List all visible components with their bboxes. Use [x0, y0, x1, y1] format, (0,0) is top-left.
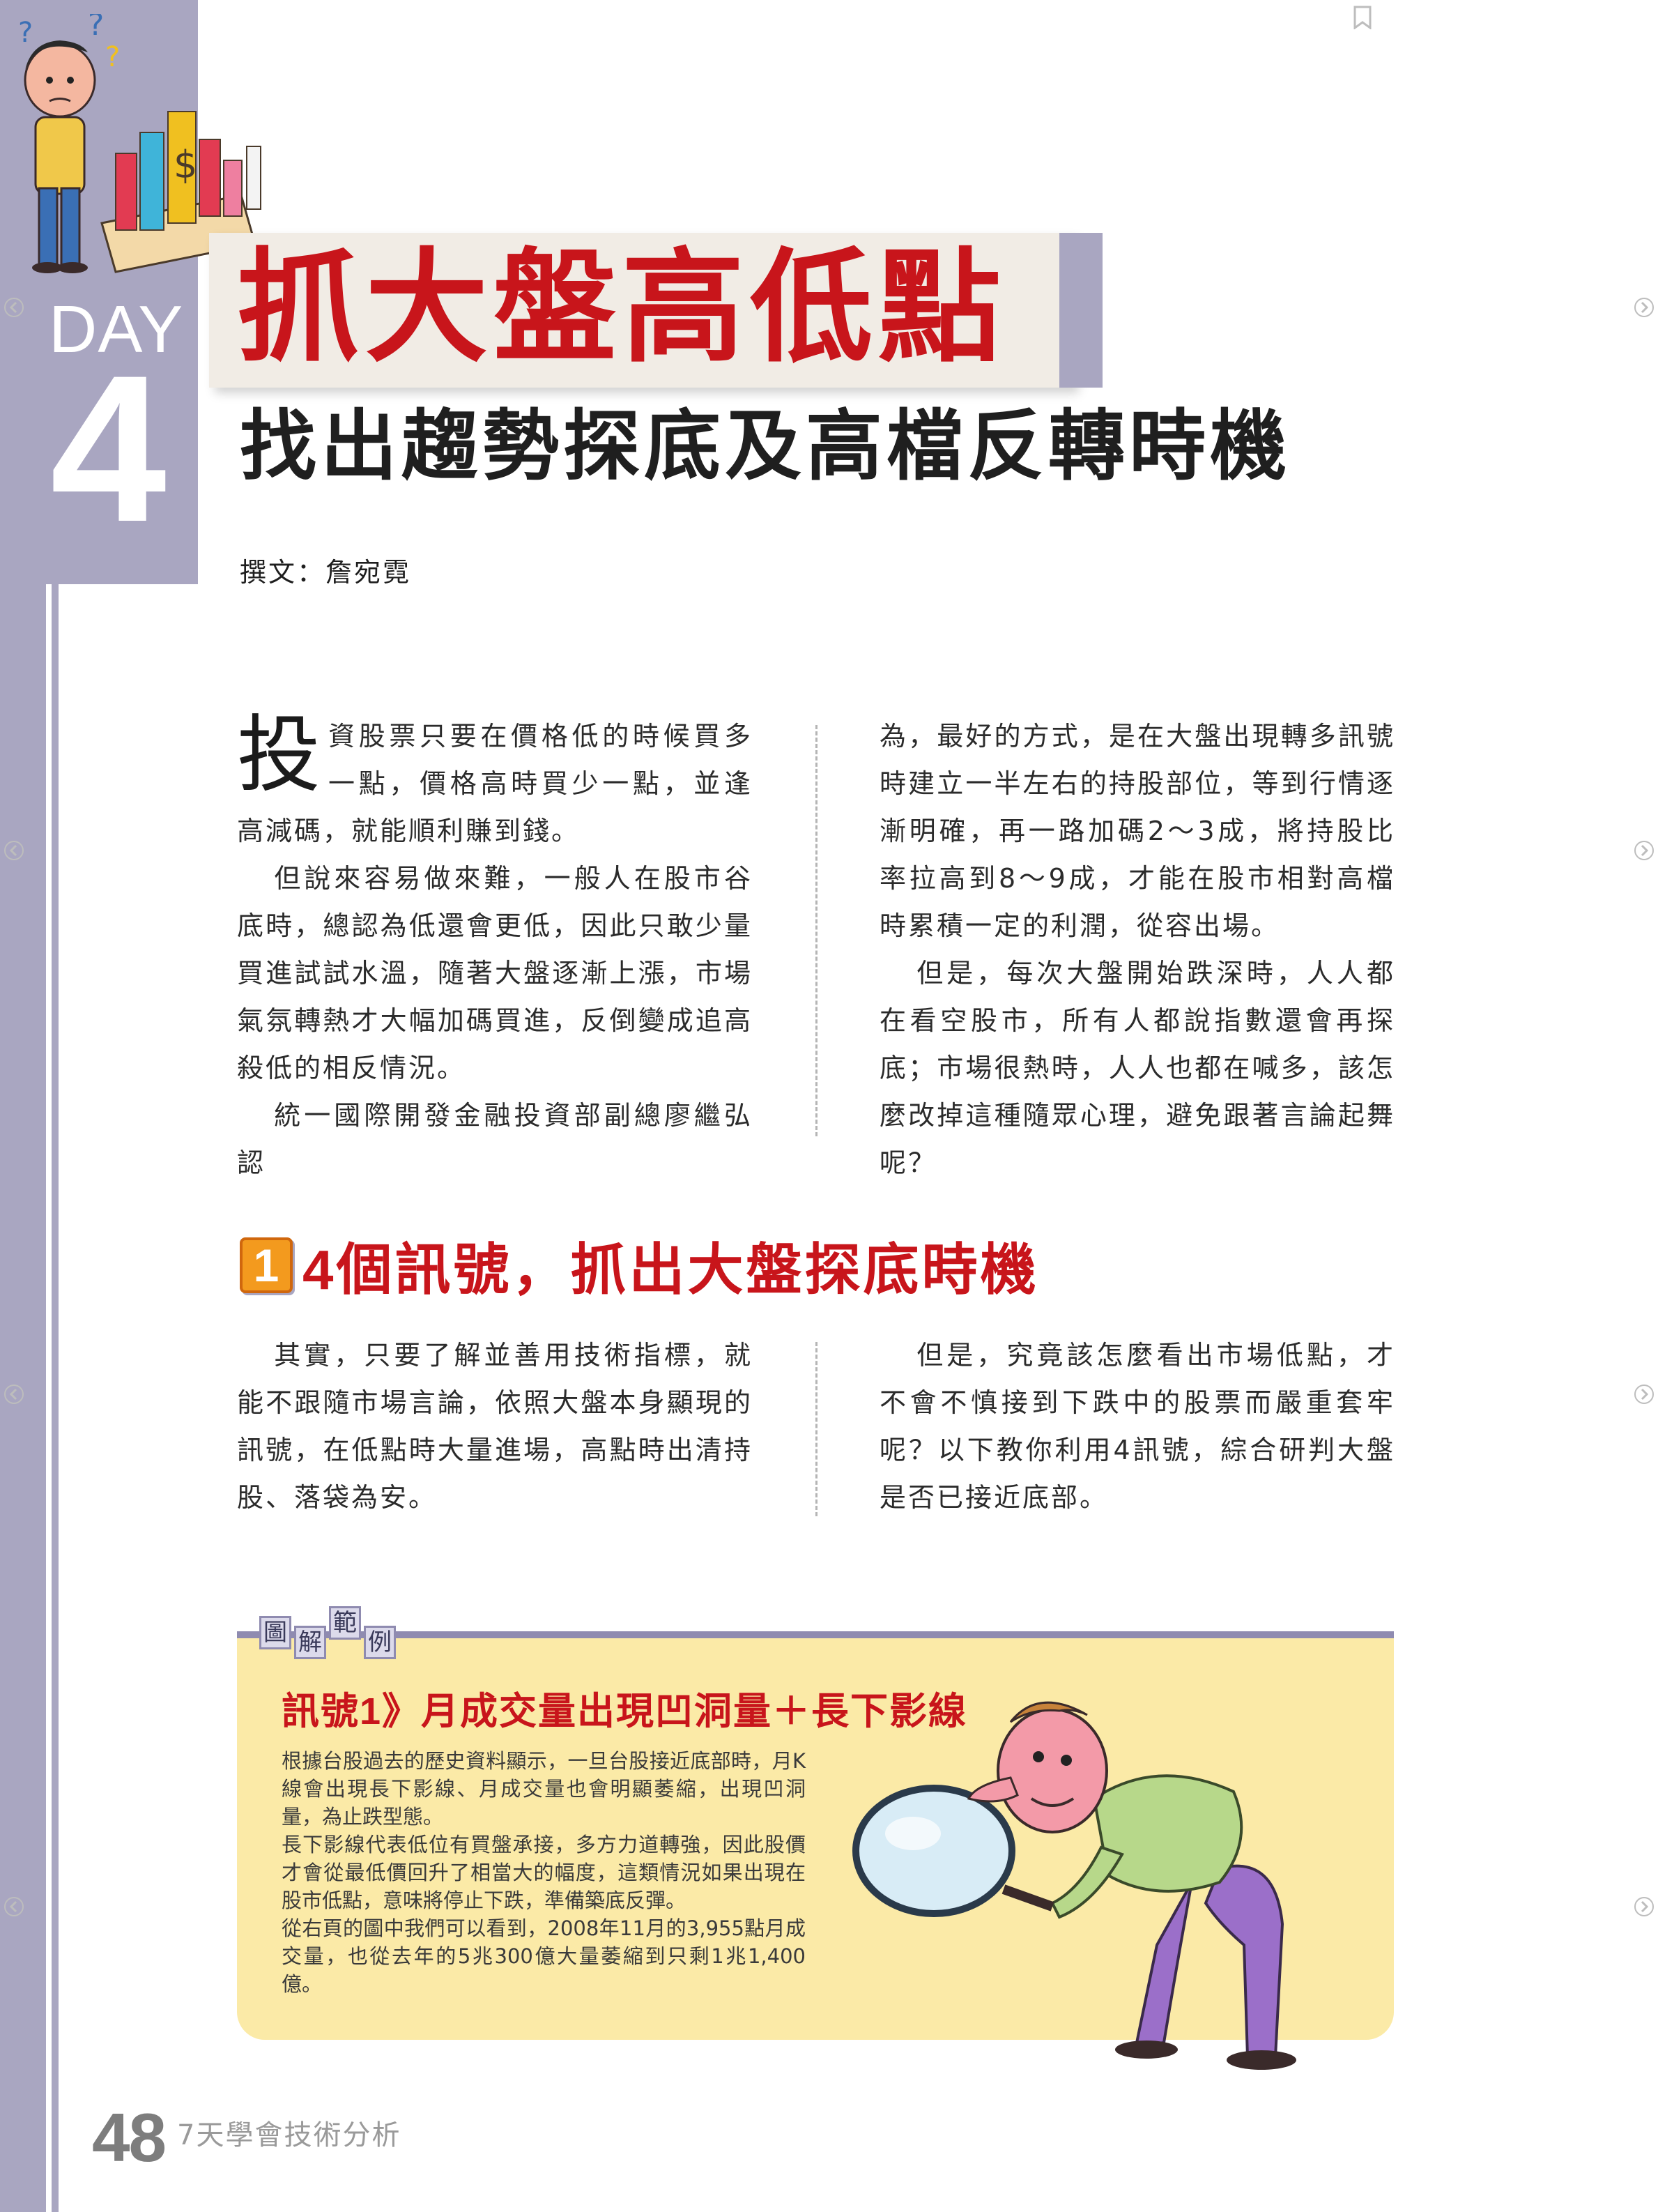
magnifier-man-illustration: [852, 1701, 1296, 2070]
section1-right-column: 但是，究竟該怎麼看出市場低點，才不會不慎接到下跌中的股票而嚴重套牢呢？以下教你利…: [880, 1332, 1395, 1521]
tag-char: 解: [294, 1626, 326, 1659]
chevron-right-icon[interactable]: [1634, 297, 1655, 318]
example-paragraph: 長下影線代表低位有買盤承接，多方力道轉強，因此股價才會從最低價回升了相當大的幅度…: [282, 1833, 806, 1912]
bookmark-icon[interactable]: [1352, 6, 1373, 29]
svg-text:?: ?: [88, 14, 104, 43]
intro-paragraph: 但說來容易做來難，一般人在股市谷底時，總認為低還會更低，因此只敢少量買進試試水溫…: [237, 863, 753, 1083]
intro-paragraph: 但是，每次大盤開始跌深時，人人都在看空股市，所有人都說指數還會再探底；市場很熱時…: [880, 958, 1395, 1178]
intro-right-column: 為，最好的方式，是在大盤出現轉多訊號時建立一半左右的持股部位，等到行情逐漸明確，…: [880, 712, 1395, 1187]
section1-paragraph: 但是，究竟該怎麼看出市場低點，才不會不慎接到下跌中的股票而嚴重套牢呢？以下教你利…: [880, 1340, 1395, 1513]
side-strip-line: [52, 584, 59, 2212]
tag-char: 例: [364, 1626, 396, 1659]
example-text: 根據台股過去的歷史資料顯示，一旦台股接近底部時，月K線會出現長下影線、月成交量也…: [282, 1747, 806, 1998]
page-title: 抓大盤高低點: [237, 235, 1007, 379]
chevron-right-icon[interactable]: [1634, 1896, 1655, 1917]
example-paragraph: 從右頁的圖中我們可以看到，2008年11月的3,955點月成交量，也從去年的5兆…: [282, 1916, 806, 1996]
tag-char: 圖: [259, 1616, 291, 1649]
chevron-left-icon[interactable]: [3, 297, 24, 318]
example-paragraph: 根據台股過去的歷史資料顯示，一旦台股接近底部時，月K線會出現長下影線、月成交量也…: [282, 1749, 806, 1829]
chevron-right-icon[interactable]: [1634, 1384, 1655, 1405]
example-box-rule: [237, 1631, 1394, 1638]
section-heading: 1 4個訊號，抓出大盤探底時機: [240, 1234, 1039, 1301]
intro-paragraph: 投資股票只要在價格低的時候買多一點，價格高時買少一點，並逢高減碼，就能順利賺到錢…: [237, 707, 753, 847]
section-title: 4個訊號，抓出大盤探底時機: [302, 1239, 1039, 1301]
chevron-left-icon[interactable]: [3, 1896, 24, 1917]
day-number: 4: [50, 331, 167, 565]
author-byline: 撰文：詹宛霓: [240, 557, 412, 588]
column-divider: [815, 725, 818, 1136]
chevron-left-icon[interactable]: [3, 1384, 24, 1405]
drop-cap: 投: [237, 707, 323, 804]
svg-text:$: $: [174, 143, 197, 187]
example-tag: 圖 解 範 例: [259, 1606, 399, 1659]
title-tab: [1059, 233, 1103, 388]
section1-paragraph: 其實，只要了解並善用技術指標，就能不跟隨市場言論，依照大盤本身顯現的訊號，在低點…: [237, 1340, 753, 1513]
intro-left-column: 投資股票只要在價格低的時候買多一點，價格高時買少一點，並逢高減碼，就能順利賺到錢…: [237, 712, 753, 1187]
column-divider: [815, 1342, 818, 1516]
section-number-badge: 1: [240, 1237, 293, 1293]
page-number: 48: [92, 2099, 167, 2176]
intro-paragraph: 統一國際開發金融投資部副總廖繼弘認: [237, 1100, 753, 1178]
intro-paragraph: 為，最好的方式，是在大盤出現轉多訊號時建立一半左右的持股部位，等到行情逐漸明確，…: [880, 721, 1395, 941]
book-title: 7天學會技術分析: [177, 2119, 401, 2151]
tag-char: 範: [329, 1606, 361, 1640]
chevron-right-icon[interactable]: [1634, 840, 1655, 861]
chevron-left-icon[interactable]: [3, 840, 24, 861]
svg-text:?: ?: [18, 17, 33, 49]
section1-left-column: 其實，只要了解並善用技術指標，就能不跟隨市場言論，依照大盤本身顯現的訊號，在低點…: [237, 1332, 753, 1521]
svg-text:?: ?: [105, 41, 120, 73]
page-subtitle: 找出趨勢探底及高檔反轉時機: [240, 401, 1291, 491]
